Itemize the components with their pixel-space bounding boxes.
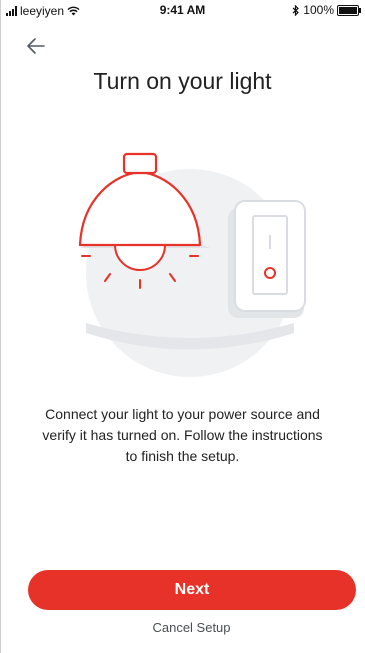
window-edge xyxy=(0,0,1,653)
next-button[interactable]: Next xyxy=(28,570,356,610)
lamp-and-light-switch-illustration xyxy=(60,138,320,378)
setup-description: Connect your light to your power source … xyxy=(42,406,323,464)
battery-percent: 100% xyxy=(303,3,334,17)
status-bar: leeyiyen 9:41 AM 100% xyxy=(0,0,365,20)
battery-icon xyxy=(337,4,361,16)
back-button[interactable] xyxy=(24,34,48,58)
bluetooth-icon xyxy=(292,4,300,16)
page-title: Turn on your light xyxy=(93,68,272,94)
arrow-left-icon xyxy=(27,38,45,54)
status-right: 100% xyxy=(292,3,361,17)
cancel-setup-link[interactable]: Cancel Setup xyxy=(0,620,365,635)
